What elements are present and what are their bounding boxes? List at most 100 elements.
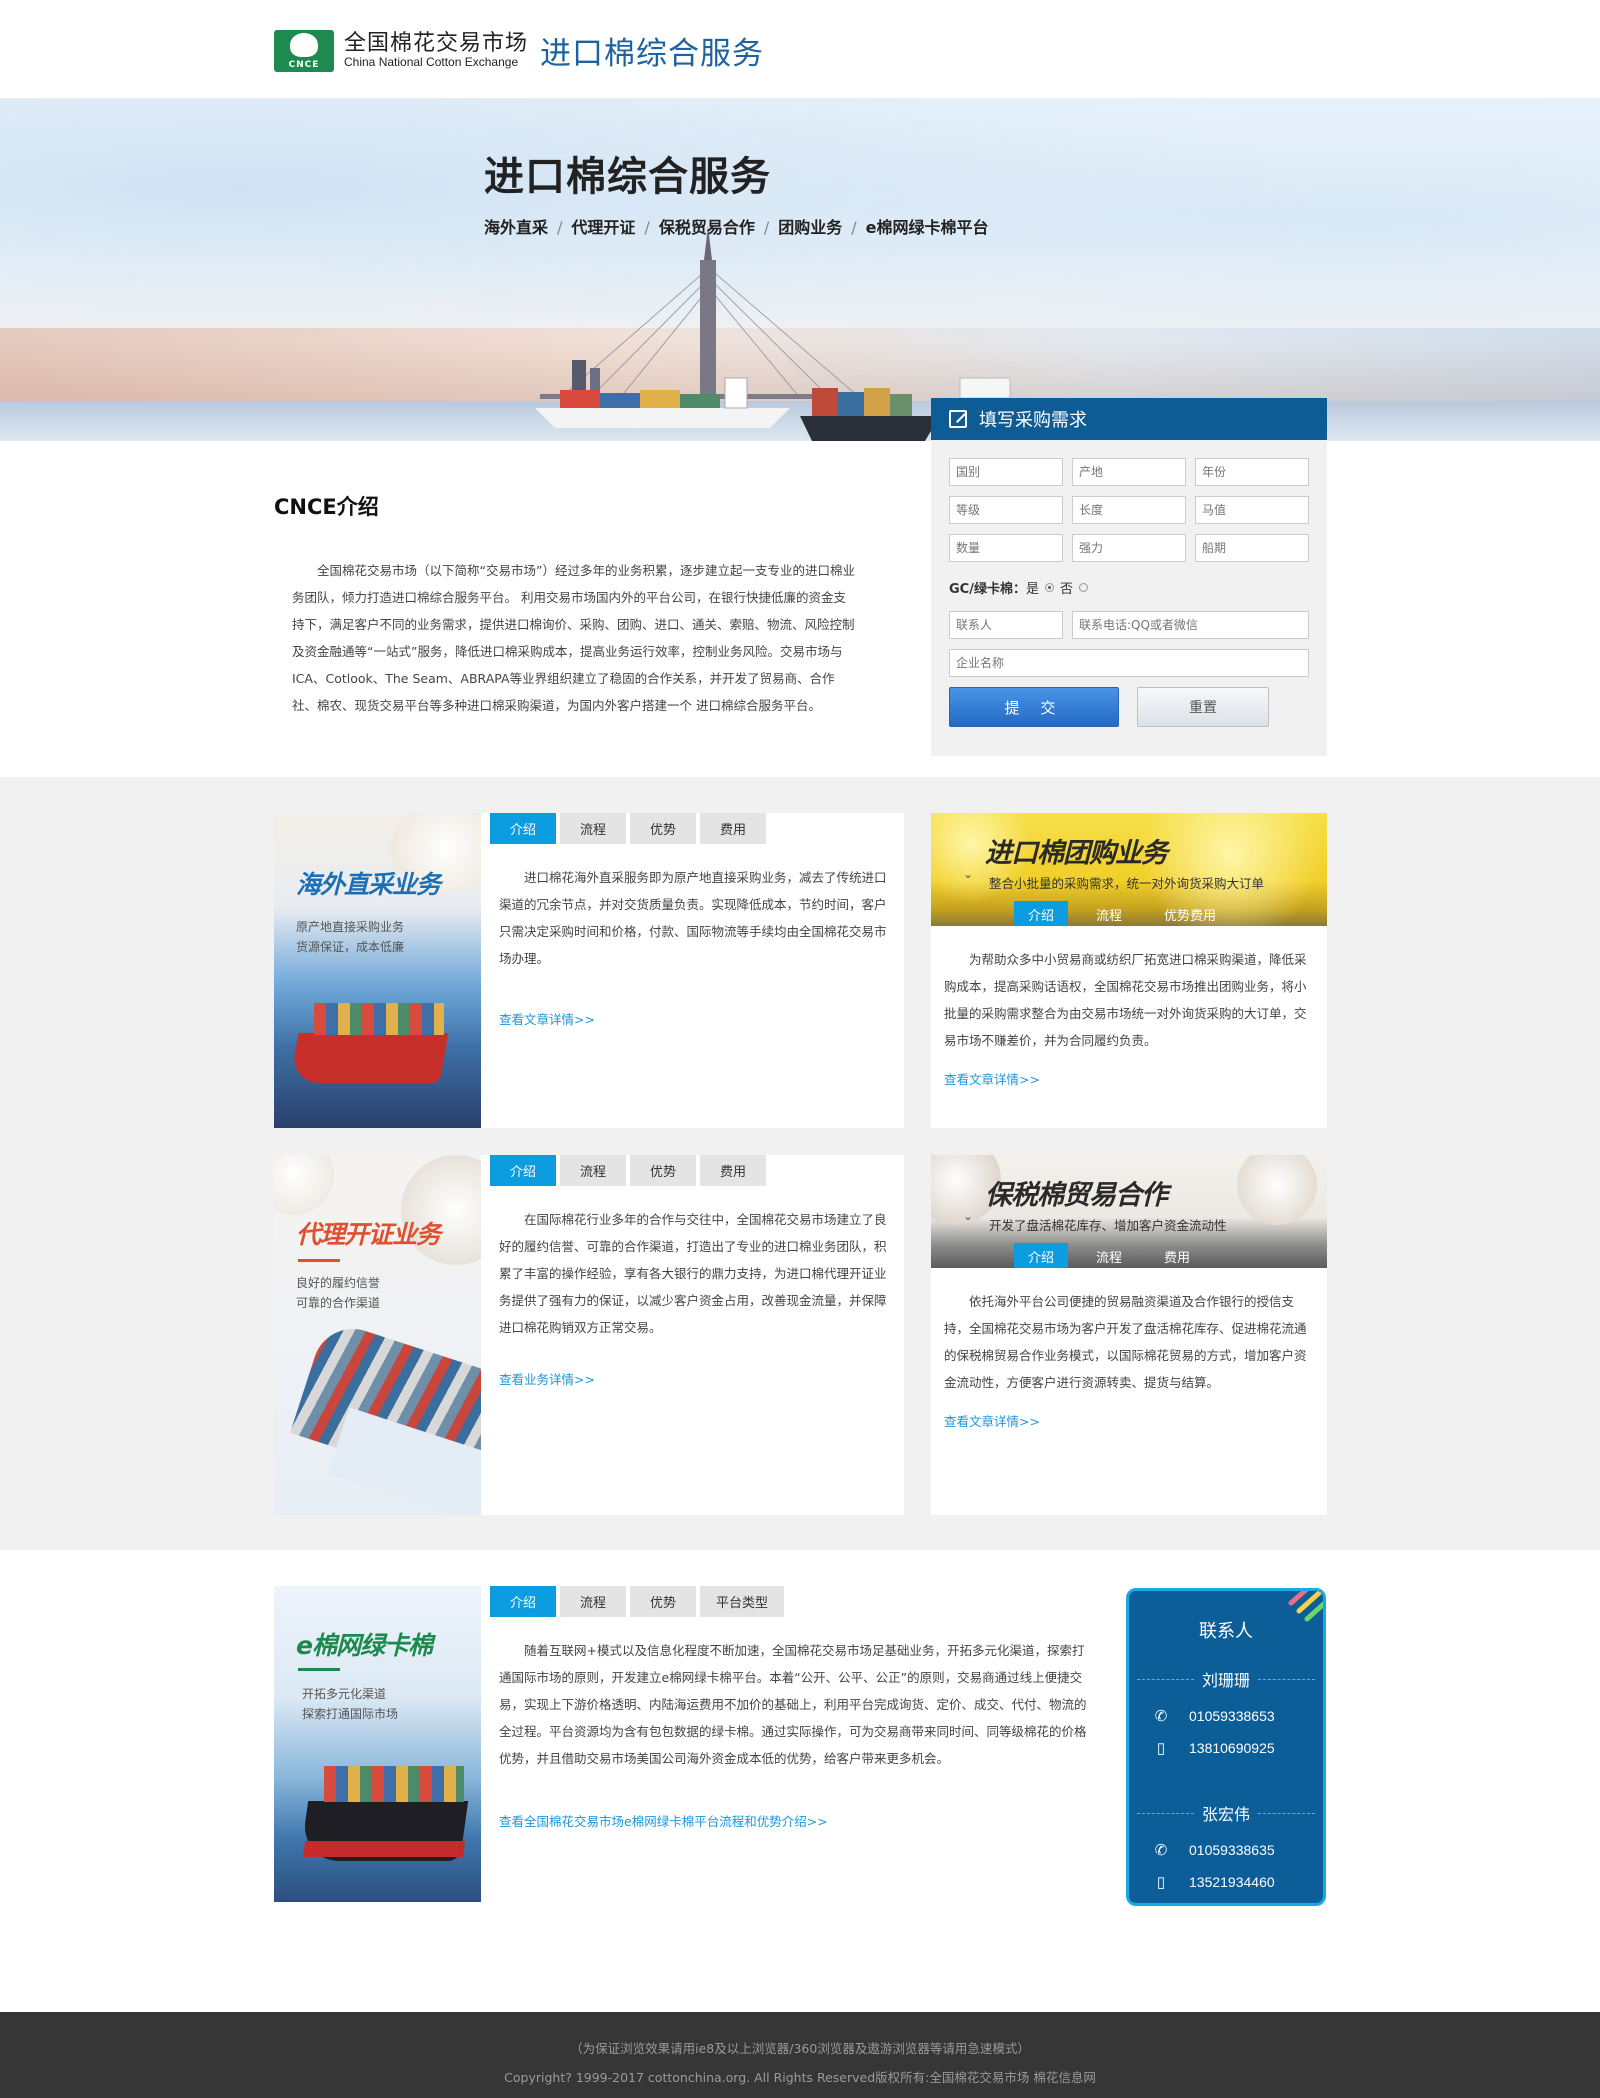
- browser-notice: （为保证浏览效果请用ie8及以上浏览器/360浏览器及遨游浏览器等请用急速模式）: [570, 2041, 1030, 2056]
- grade-input[interactable]: [949, 496, 1063, 524]
- gc-yes-radio[interactable]: [1044, 583, 1054, 592]
- ecotton-img-title: e棉网绿卡棉: [296, 1631, 433, 1660]
- agent-more-link[interactable]: 查看业务详情>>: [499, 1369, 595, 1388]
- tab-process[interactable]: 流程: [560, 1586, 626, 1617]
- contact-mobile-1[interactable]: ▯ 13810690925: [1129, 1739, 1323, 1757]
- service-title: 进口棉综合服务: [540, 36, 765, 72]
- strength-input[interactable]: [1072, 534, 1186, 562]
- year-input[interactable]: [1195, 458, 1309, 486]
- ecotton-tabs: 介绍 流程 优势 平台类型: [490, 1586, 788, 1617]
- overseas-img-sub: 原产地直接采购业务 货源保证，成本低廉: [296, 920, 405, 954]
- cnce-logo-icon: CNCE: [274, 29, 334, 72]
- tab-fee[interactable]: 费用: [1150, 1243, 1204, 1268]
- gc-label: GC/绿卡棉：: [949, 582, 1026, 597]
- origin-input[interactable]: [1072, 458, 1186, 486]
- chevron-down-icon: ⌄: [963, 867, 974, 881]
- ecotton-img-sub: 开拓多元化渠道 探索打通国际市场: [302, 1687, 399, 1721]
- tab-advantage[interactable]: 优势: [630, 1586, 696, 1617]
- micronaire-input[interactable]: [1195, 496, 1309, 524]
- copyright: Copyright? 1999-2017 cottonchina.org. Al…: [504, 2070, 1096, 2085]
- tab-advantage-fee[interactable]: 优势费用: [1150, 901, 1230, 926]
- tab-process[interactable]: 流程: [1082, 901, 1136, 926]
- submit-button[interactable]: 提 交: [949, 687, 1119, 727]
- agent-image: 代理开证业务 良好的履约信誉 可靠的合作渠道: [274, 1155, 481, 1515]
- group-more-link[interactable]: 查看文章详情>>: [944, 1069, 1040, 1088]
- tab-advantage[interactable]: 优势: [630, 1155, 696, 1186]
- agent-text: 在国际棉花行业多年的合作与交往中，全国棉花交易市场建立了良好的履约信誉、可靠的合…: [499, 1212, 887, 1335]
- bonded-more-link[interactable]: 查看文章详情>>: [944, 1411, 1040, 1430]
- intro-text: 全国棉花交易市场（以下简称“交易市场”）经过多年的业务积累，逐步建立起一支专业的…: [292, 563, 855, 713]
- logo-cn-name: 全国棉花交易市场: [344, 30, 529, 56]
- overseas-card: 海外直采业务 原产地直接采购业务 货源保证，成本低廉 介绍 流程 优势 费用 进口…: [274, 813, 904, 1128]
- edit-icon: [949, 410, 967, 428]
- contact-phone-input[interactable]: [1072, 611, 1309, 639]
- group-text: 为帮助众多中小贸易商或纺织厂拓宽进口棉采购渠道，降低采购成本，提高采购话语权，全…: [944, 952, 1307, 1048]
- gc-option: GC/绿卡棉： 是 否: [931, 578, 1327, 597]
- overseas-more-link[interactable]: 查看文章详情>>: [499, 1009, 595, 1028]
- site-header: CNCE 全国棉花交易市场 China National Cotton Exch…: [0, 0, 1600, 98]
- nav-agent[interactable]: 代理开证: [571, 218, 635, 237]
- tab-intro[interactable]: 介绍: [1014, 901, 1069, 926]
- ecotton-image: e棉网绿卡棉 开拓多元化渠道 探索打通国际市场: [274, 1586, 481, 1902]
- contact-name-2: 张宏伟: [1129, 1801, 1323, 1825]
- group-title: 进口棉团购业务: [985, 838, 1168, 869]
- company-input[interactable]: [949, 649, 1309, 677]
- nav-ecotton[interactable]: e棉网绿卡棉平台: [866, 218, 989, 237]
- nav-overseas[interactable]: 海外直采: [484, 218, 548, 237]
- tab-intro[interactable]: 介绍: [490, 1586, 556, 1617]
- tab-fee[interactable]: 费用: [700, 813, 766, 844]
- site-footer: （为保证浏览效果请用ie8及以上浏览器/360浏览器及遨游浏览器等请用急速模式）…: [0, 2012, 1600, 2098]
- tab-advantage[interactable]: 优势: [630, 813, 696, 844]
- mobile-icon: ▯: [1156, 1874, 1166, 1891]
- gc-yes-label: 是: [1025, 582, 1039, 597]
- bonded-card: 保税棉贸易合作 ⌄ 开发了盘活棉花库存、增加客户资金流动性 介绍 流程 费用 依…: [931, 1155, 1327, 1515]
- tab-intro[interactable]: 介绍: [490, 1155, 556, 1186]
- shipment-input[interactable]: [1195, 534, 1309, 562]
- tab-intro[interactable]: 介绍: [490, 813, 556, 844]
- contact-name-1: 刘珊珊: [1129, 1667, 1323, 1691]
- bonded-sub: 开发了盘活棉花库存、增加客户资金流动性: [989, 1218, 1227, 1233]
- tab-process[interactable]: 流程: [560, 1155, 626, 1186]
- phone-icon: ✆: [1154, 1842, 1168, 1859]
- contact-name-input[interactable]: [949, 611, 1063, 639]
- tab-process[interactable]: 流程: [1082, 1243, 1136, 1268]
- logo[interactable]: CNCE 全国棉花交易市场 China National Cotton Exch…: [274, 28, 764, 73]
- gc-no-radio[interactable]: [1079, 583, 1088, 592]
- agent-card: 代理开证业务 良好的履约信誉 可靠的合作渠道 介绍 流程 优势 费用 在国际棉花行…: [274, 1155, 904, 1515]
- form-title: 填写采购需求: [979, 410, 1087, 431]
- agent-img-sub: 良好的履约信誉 可靠的合作渠道: [296, 1276, 381, 1310]
- bonded-banner: 保税棉贸易合作 ⌄ 开发了盘活棉花库存、增加客户资金流动性 介绍 流程 费用: [931, 1155, 1327, 1268]
- tab-fee[interactable]: 费用: [700, 1155, 766, 1186]
- banner-title: 进口棉综合服务: [484, 154, 771, 200]
- group-tabs: 介绍 流程 优势费用: [1014, 901, 1244, 926]
- bridge-ship-illustration: [535, 226, 1011, 441]
- ecotton-text: 随着互联网+模式以及信息化程度不断加速，全国棉花交易市场足基础业务，开拓多元化渠…: [499, 1643, 1087, 1766]
- tab-process[interactable]: 流程: [560, 813, 626, 844]
- contact-tel-2[interactable]: ✆ 01059338635: [1129, 1841, 1323, 1859]
- contact-tel-1[interactable]: ✆ 01059338653: [1129, 1707, 1323, 1725]
- bonded-tabs: 介绍 流程 费用: [1014, 1243, 1218, 1268]
- bonded-text: 依托海外平台公司便捷的贸易融资渠道及合作银行的授信支持，全国棉花交易市场为客户开…: [944, 1294, 1307, 1390]
- quantity-input[interactable]: [949, 534, 1063, 562]
- group-card: 进口棉团购业务 ⌄ 整合小批量的采购需求，统一对外询货采购大订单 介绍 流程 优…: [931, 813, 1327, 1128]
- agent-tabs: 介绍 流程 优势 费用: [490, 1155, 770, 1186]
- tab-platform-type[interactable]: 平台类型: [700, 1586, 784, 1617]
- ecotton-section: e棉网绿卡棉 开拓多元化渠道 探索打通国际市场 介绍 流程 优势 平台类型 随着互…: [0, 1550, 1600, 2008]
- hero-banner: 进口棉综合服务 海外直采 / 代理开证 / 保税贸易合作 / 团购业务 / e棉网绿卡棉平台: [0, 98, 1600, 441]
- length-input[interactable]: [1072, 496, 1186, 524]
- tab-intro[interactable]: 介绍: [1014, 1243, 1069, 1268]
- intro-title: CNCE介绍: [274, 495, 379, 519]
- logo-en-name: China National Cotton Exchange: [344, 55, 519, 70]
- cnce-intro: CNCE介绍 全国棉花交易市场（以下简称“交易市场”）经过多年的业务积累，逐步建…: [0, 441, 1600, 777]
- country-input[interactable]: [949, 458, 1063, 486]
- nav-group[interactable]: 团购业务: [778, 218, 842, 237]
- reset-button[interactable]: 重置: [1137, 687, 1269, 727]
- corner-decoration-icon: [1288, 1591, 1323, 1622]
- services-section: 海外直采业务 原产地直接采购业务 货源保证，成本低廉 介绍 流程 优势 费用 进口…: [0, 777, 1600, 1550]
- ecotton-more-link[interactable]: 查看全国棉花交易市场e棉网绿卡棉平台流程和优势介绍>>: [499, 1811, 828, 1830]
- contact-mobile-2[interactable]: ▯ 13521934460: [1129, 1873, 1323, 1891]
- contact-box: 联系人 刘珊珊 ✆ 01059338653 ▯ 13810690925 张宏伟 ✆ 0…: [1126, 1588, 1326, 1906]
- bonded-title: 保税棉贸易合作: [985, 1180, 1168, 1211]
- nav-bonded[interactable]: 保税贸易合作: [659, 218, 755, 237]
- banner-service-nav: 海外直采 / 代理开证 / 保税贸易合作 / 团购业务 / e棉网绿卡棉平台: [484, 218, 989, 237]
